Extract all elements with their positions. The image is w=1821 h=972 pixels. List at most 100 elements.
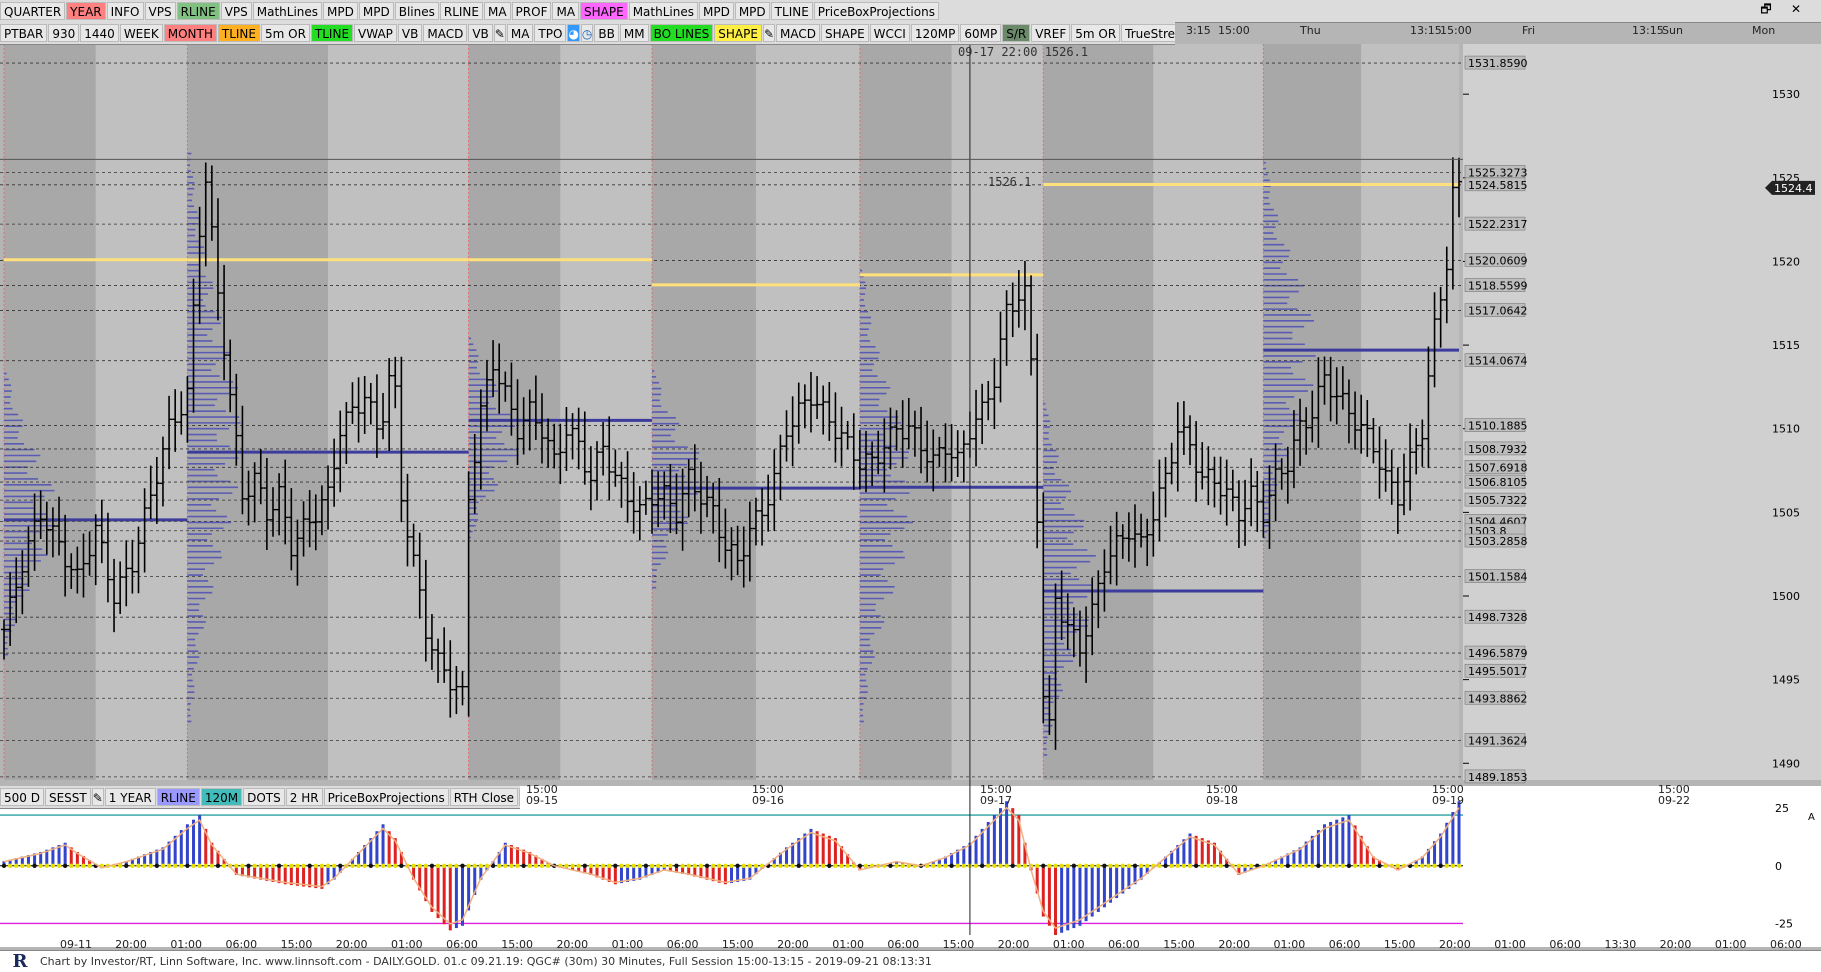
toolbar-button-prof[interactable]: PROF	[511, 2, 552, 20]
toolbar-button-sesst[interactable]: SESST	[44, 788, 91, 806]
restore-window-icon[interactable]: 🗗	[1755, 0, 1777, 18]
squeeze-dot	[1432, 863, 1437, 869]
toolbar-button-ma[interactable]: MA	[552, 2, 580, 20]
toolbar-button-mm[interactable]: MM	[619, 24, 649, 42]
squeeze-dot	[264, 863, 270, 869]
toolbar-button-priceboxprojections[interactable]: PriceBoxProjections	[813, 2, 939, 20]
session-band-light	[951, 44, 1044, 780]
toolbar-button-shape[interactable]: SHAPE	[580, 2, 628, 20]
toolbar-button--[interactable]: ◕	[567, 24, 580, 42]
toolbar-button-shape[interactable]: SHAPE	[714, 24, 762, 42]
toolbar-button-mpd[interactable]: MPD	[358, 2, 394, 20]
squeeze-dot	[1016, 863, 1022, 869]
toolbar-button-mpd[interactable]: MPD	[734, 2, 770, 20]
toolbar-button-s-r[interactable]: S/R	[1002, 24, 1031, 42]
toolbar-button-shape[interactable]: SHAPE	[821, 24, 869, 42]
squeeze-dot	[56, 863, 62, 869]
toolbar-button-blines[interactable]: Blines	[394, 2, 439, 20]
squeeze-dot	[7, 863, 13, 869]
toolbar-button-vref[interactable]: VREF	[1031, 24, 1071, 42]
toolbar-button-info[interactable]: INFO	[106, 2, 144, 20]
toolbar-button-macd[interactable]: MACD	[423, 24, 468, 42]
toolbar-button-vwap[interactable]: VWAP	[354, 24, 397, 42]
squeeze-dot	[973, 863, 979, 869]
price-tick-label: 1510	[1772, 423, 1800, 436]
toolbar-button-50-[interactable]: 50%	[519, 788, 520, 806]
squeeze-dot	[1145, 863, 1150, 869]
toolbar-button-priceboxprojections[interactable]: PriceBoxProjections	[323, 788, 449, 806]
squeeze-dot	[209, 863, 215, 869]
squeeze-dot	[1285, 863, 1291, 869]
squeeze-dot	[270, 863, 276, 869]
squeeze-dot	[1010, 863, 1015, 869]
toolbar-button-macd[interactable]: MACD	[776, 24, 820, 42]
toolbar-button-930[interactable]: 930	[48, 24, 80, 42]
squeeze-dot	[955, 863, 960, 869]
toolbar-button-1440[interactable]: 1440	[80, 24, 119, 42]
oscillator-tick-label: 25	[1775, 802, 1789, 815]
toolbar-button-ma[interactable]: MA	[506, 24, 534, 42]
squeeze-dot	[863, 863, 869, 869]
toolbar-button-vb[interactable]: VB	[397, 24, 423, 42]
toolbar-button-mpd[interactable]: MPD	[323, 2, 358, 20]
toolbar-button-ma[interactable]: MA	[483, 2, 511, 20]
price-tick-label: 1520	[1772, 255, 1800, 268]
price-tick-label: 1515	[1772, 339, 1800, 352]
toolbar-button-120m[interactable]: 120M	[200, 788, 243, 806]
toolbar-button-dots[interactable]: DOTS	[243, 788, 285, 806]
toolbar-button--[interactable]: ✎	[91, 788, 104, 806]
squeeze-dot	[478, 863, 484, 869]
toolbar-button--[interactable]: ◷	[580, 24, 594, 42]
toolbar-button-500-d[interactable]: 500 D	[0, 788, 44, 806]
squeeze-dot	[992, 863, 997, 869]
toolbar-button-rline[interactable]: RLINE	[156, 788, 200, 806]
chart-canvas[interactable]: 25 0 -25 A 09-17 22:00 1526.1 1526.1 1490 1495…	[0, 0, 1821, 971]
toolbar-button-rline[interactable]: RLINE	[176, 2, 220, 20]
toolbar-button-1-year[interactable]: 1 YEAR	[104, 788, 156, 806]
squeeze-dot	[1279, 863, 1284, 869]
toolbar-button-truestrengthsqueeze[interactable]: TrueStrengthSqueeze	[1121, 24, 1175, 42]
toolbar-button-tline[interactable]: TLINE	[310, 24, 354, 42]
toolbar-button-vps[interactable]: VPS	[144, 2, 176, 20]
toolbar-button-vb[interactable]: VB	[468, 24, 493, 42]
toolbar-button-wcci[interactable]: WCCI	[869, 24, 910, 42]
squeeze-dot	[160, 863, 166, 869]
toolbar-button-ptbar[interactable]: PTBAR	[0, 24, 48, 42]
squeeze-dot	[943, 863, 948, 869]
toolbar-button-5m-or[interactable]: 5m OR	[1071, 24, 1121, 42]
toolbar-button-mathlines[interactable]: MathLines	[252, 2, 323, 20]
toolbar-button-60mp[interactable]: 60MP	[960, 24, 1002, 42]
toolbar-button-mpd[interactable]: MPD	[698, 2, 734, 20]
toolbar-button-tpo[interactable]: TPO	[534, 24, 567, 42]
squeeze-dot	[20, 863, 25, 869]
toolbar-button-2-hr[interactable]: 2 HR	[285, 788, 323, 806]
squeeze-dot	[845, 863, 850, 869]
toolbar-button--[interactable]: ✎	[493, 24, 506, 42]
squeeze-dot	[594, 863, 600, 869]
toolbar-button-tline[interactable]: TLINE	[217, 24, 260, 42]
squeeze-dot	[1163, 863, 1168, 869]
squeeze-dot	[625, 863, 630, 869]
squeeze-dot	[521, 863, 526, 869]
toolbar-button-120mp[interactable]: 120MP	[910, 24, 960, 42]
close-window-icon[interactable]: ✕	[1785, 0, 1807, 18]
toolbar-button-rth-close[interactable]: RTH Close	[449, 788, 519, 806]
squeeze-dot	[191, 863, 196, 869]
toolbar-button-tline[interactable]: TLINE	[770, 2, 813, 20]
toolbar-button-month[interactable]: MONTH	[163, 24, 217, 42]
toolbar-button-5m-or[interactable]: 5m OR	[260, 24, 310, 42]
toolbar-button-week[interactable]: WEEK	[119, 24, 163, 42]
toolbar-button-vps[interactable]: VPS	[220, 2, 252, 20]
toolbar-button-bo-lines[interactable]: BO LINES	[649, 24, 714, 42]
squeeze-dot	[1218, 863, 1223, 869]
toolbar-button-year[interactable]: YEAR	[66, 2, 106, 20]
squeeze-dot	[704, 863, 710, 869]
toolbar-button--[interactable]: ✎	[762, 24, 776, 42]
squeeze-dot	[338, 863, 343, 869]
toolbar-button-rline[interactable]: RLINE	[439, 2, 483, 20]
toolbar-button-bb[interactable]: BB	[594, 24, 619, 42]
squeeze-dot	[1114, 863, 1119, 869]
squeeze-dot	[998, 863, 1003, 869]
toolbar-button-mathlines[interactable]: MathLines	[628, 2, 698, 20]
toolbar-button-quarter[interactable]: QUARTER	[0, 2, 66, 20]
